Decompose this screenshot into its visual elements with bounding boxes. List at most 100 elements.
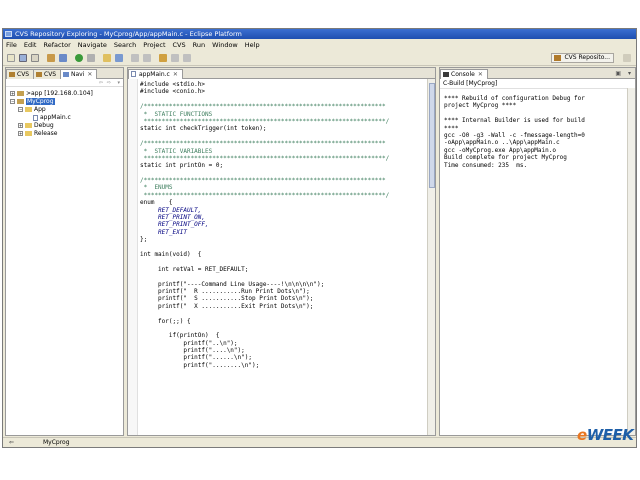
menu-cvs[interactable]: CVS [173,41,186,49]
last-edit-icon[interactable] [159,54,167,62]
menu-file[interactable]: File [6,41,17,49]
cvs-repo-icon [9,72,15,77]
menu-edit[interactable]: Edit [24,41,37,49]
tab-cvs-history[interactable]: CVS [33,69,62,79]
save-icon[interactable] [19,54,27,62]
menu-bar: File Edit Refactor Navigate Search Proje… [3,39,636,50]
menu-help[interactable]: Help [245,41,260,49]
next-annotation-icon[interactable] [131,54,139,62]
tree-item-release[interactable]: + Release [18,130,57,137]
menu-window[interactable]: Window [212,41,238,49]
view-menu-icon[interactable]: ▾ [628,70,631,77]
menu-search[interactable]: Search [114,41,136,49]
print-icon[interactable] [31,54,39,62]
navigator-icon [63,72,69,77]
code-line: printf(" X ...........Exit Print Dots\n"… [140,302,314,310]
new-icon[interactable] [7,54,15,62]
view-menu-icon[interactable]: ▾ [117,80,120,86]
menu-navigate[interactable]: Navigate [78,41,107,49]
console-line: project MyCprog **** [444,102,517,110]
console-line: Build complete for project MyCprog [444,154,567,162]
open-type-icon[interactable] [103,54,111,62]
back-icon[interactable] [171,54,179,62]
code-line: enum { [140,199,173,207]
code-line: printf("....\n"); [140,347,245,355]
expand-icon[interactable]: + [18,131,23,136]
console-divider [440,88,635,89]
dropdown-icon[interactable] [87,54,95,62]
perspective-label: CVS Reposito... [564,54,610,61]
code-line: if(printOn) { [140,332,220,340]
forward-arrow-icon[interactable]: ⇨ [107,80,111,86]
console-scrollbar[interactable] [627,88,635,435]
fast-view-icon[interactable]: ⇐ [9,438,14,447]
tab-navigator[interactable]: Navi ✕ [60,69,98,79]
forward-icon[interactable] [183,54,191,62]
prev-annotation-icon[interactable] [143,54,151,62]
console-line: gcc -oMyCprog.exe App\appMain.o [444,146,556,154]
tab-appmain-c[interactable]: appMain.c ✕ [128,69,183,79]
code-line: /***************************************… [140,177,386,185]
display-console-icon[interactable]: ▣ [615,70,621,77]
code-line: /***************************************… [140,103,386,111]
menu-run[interactable]: Run [193,41,205,49]
back-arrow-icon[interactable]: ⇦ [99,80,103,86]
tab-label: CVS [44,71,57,78]
code-line: printf("......\n"); [140,354,252,362]
menu-project[interactable]: Project [143,41,165,49]
run-icon[interactable] [75,54,83,62]
menu-refactor[interactable]: Refactor [43,41,70,49]
project-icon [17,99,24,104]
navigator-toolbar: ⇦ ⇨ ▾ [6,79,123,87]
tree-item-appmain[interactable]: appMain.c [33,114,71,121]
debug-icon[interactable] [59,54,67,62]
close-icon[interactable]: ✕ [173,71,178,78]
tree-item-app-folder[interactable]: − App [18,106,46,113]
editor-ruler [128,79,138,435]
code-line: RET_EXIT [140,228,187,236]
code-line: ****************************************… [140,191,390,199]
app-icon [5,31,12,37]
code-line: printf("..\n"); [140,339,238,347]
code-line: * ENUMS [140,184,173,192]
perspective-switcher[interactable]: CVS Reposito... [551,53,614,63]
tree-item-app-repo[interactable]: + >app [192.168.0.104] [10,90,93,97]
code-line: printf(" S ...........Stop Print Dots\n"… [140,295,314,303]
code-line: RET_DEFAULT, [140,206,202,214]
perspective-chevron-icon[interactable] [623,54,631,62]
tree-label: >app [192.168.0.104] [26,90,93,97]
code-area[interactable]: #include <stdio.h> #include <conio.h> /***… [140,81,425,433]
code-line: RET_PRINT_ON, [140,214,206,222]
tree-label: Debug [34,122,54,129]
editor-scrollbar[interactable] [427,79,435,435]
console-line: **** Internal Builder is used for build [444,117,585,125]
search-icon[interactable] [115,54,123,62]
console-output[interactable]: **** Rebuild of configuration Debug for p… [444,95,625,433]
tree-label: MyCprog [26,98,55,105]
tree-item-mycprog[interactable]: − MyCprog [10,98,55,105]
code-line: int retVal = RET_DEFAULT; [140,265,249,273]
close-icon[interactable]: ✕ [478,71,483,78]
tab-cvs-repositories[interactable]: CVS [6,69,35,79]
tab-label: appMain.c [139,71,170,78]
tree-item-debug[interactable]: + Debug [18,122,54,129]
expand-icon[interactable]: + [18,123,23,128]
expand-icon[interactable]: + [10,91,15,96]
code-line: * STATIC FUNCTIONS [140,110,213,118]
tab-console[interactable]: Console ✕ [440,69,488,79]
folder-icon [25,123,32,128]
code-line: printf(" R ...........Run Print Dots\n")… [140,287,310,295]
console-subtitle: C-Build [MyCprog] [443,80,498,87]
close-icon[interactable]: ✕ [87,71,92,78]
code-line: RET_PRINT_OFF, [140,221,209,229]
collapse-icon[interactable]: − [10,99,15,104]
scrollbar-thumb[interactable] [429,83,435,188]
status-text: MyCprog [43,439,70,446]
title-bar[interactable]: CVS Repository Exploring - MyCprog/App/a… [3,29,636,39]
code-line: static int checkTrigger(int token); [140,125,267,133]
code-line: printf("----Command Line Usage----!\n\n\… [140,280,325,288]
build-icon[interactable] [47,54,55,62]
collapse-icon[interactable]: − [18,107,23,112]
